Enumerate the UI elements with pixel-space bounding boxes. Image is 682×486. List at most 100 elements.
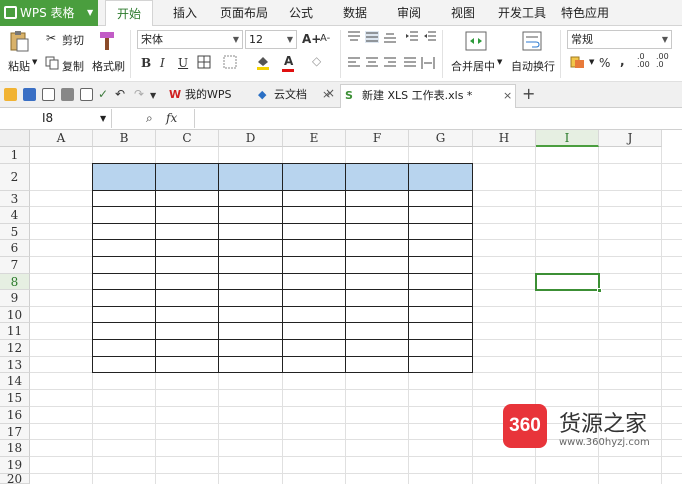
- table-cell[interactable]: [156, 357, 219, 373]
- number-format-select[interactable]: 常规 ▼: [567, 30, 672, 49]
- table-cell[interactable]: [93, 307, 156, 323]
- spellcheck-icon[interactable]: ✓: [98, 87, 108, 101]
- font-name-select[interactable]: 宋体 ▼: [137, 30, 243, 49]
- tab-home[interactable]: 开始: [105, 0, 153, 27]
- table-cell[interactable]: [409, 191, 473, 207]
- justify-icon[interactable]: [403, 57, 417, 69]
- table-cell[interactable]: [346, 307, 409, 323]
- row-header-2[interactable]: 2: [0, 164, 30, 191]
- align-right-icon[interactable]: [383, 57, 397, 69]
- row-header-20[interactable]: 20: [0, 473, 30, 485]
- row-header-12[interactable]: 12: [0, 340, 30, 357]
- redo-icon[interactable]: ↷: [134, 87, 144, 101]
- table-header-cell[interactable]: [346, 164, 409, 191]
- row-header-17[interactable]: 17: [0, 424, 30, 440]
- table-cell[interactable]: [283, 340, 346, 357]
- table-cell[interactable]: [219, 357, 283, 373]
- table-cell[interactable]: [409, 207, 473, 224]
- table-cell[interactable]: [219, 224, 283, 240]
- table-cell[interactable]: [93, 290, 156, 307]
- table-cell[interactable]: [93, 323, 156, 340]
- table-cell[interactable]: [346, 224, 409, 240]
- table-cell[interactable]: [93, 224, 156, 240]
- table-header-cell[interactable]: [219, 164, 283, 191]
- table-cell[interactable]: [156, 323, 219, 340]
- tab-developer[interactable]: 开发工具: [495, 0, 549, 26]
- table-cell[interactable]: [156, 191, 219, 207]
- table-cell[interactable]: [409, 307, 473, 323]
- table-cell[interactable]: [283, 240, 346, 257]
- table-cell[interactable]: [409, 340, 473, 357]
- align-middle-icon[interactable]: [365, 31, 379, 43]
- column-header-f[interactable]: F: [346, 130, 409, 147]
- align-top-icon[interactable]: [347, 31, 361, 43]
- tab-workbook[interactable]: S 新建 XLS 工作表.xls * ×: [340, 84, 516, 108]
- table-header-cell[interactable]: [156, 164, 219, 191]
- table-cell[interactable]: [283, 257, 346, 274]
- table-cell[interactable]: [409, 224, 473, 240]
- font-size-select[interactable]: 12 ▼: [245, 30, 297, 49]
- table-cell[interactable]: [156, 224, 219, 240]
- table-cell[interactable]: [283, 274, 346, 290]
- table-cell[interactable]: [156, 274, 219, 290]
- table-cell[interactable]: [93, 240, 156, 257]
- undo-icon[interactable]: ↶: [115, 87, 125, 101]
- table-cell[interactable]: [409, 323, 473, 340]
- table-cell[interactable]: [156, 340, 219, 357]
- column-header-a[interactable]: A: [30, 130, 93, 147]
- underline-button[interactable]: U: [178, 56, 188, 70]
- table-cell[interactable]: [346, 257, 409, 274]
- table-cell[interactable]: [93, 191, 156, 207]
- borders-icon[interactable]: [197, 55, 211, 69]
- thousands-separator-button[interactable]: ,: [620, 54, 625, 68]
- column-header-i[interactable]: I: [536, 130, 599, 147]
- row-header-7[interactable]: 7: [0, 257, 30, 274]
- table-cell[interactable]: [283, 290, 346, 307]
- table-cell[interactable]: [219, 257, 283, 274]
- table-cell[interactable]: [346, 274, 409, 290]
- increase-decimal-icon[interactable]: .0.00: [637, 53, 650, 69]
- column-header-d[interactable]: D: [219, 130, 283, 147]
- formula-input[interactable]: [194, 109, 682, 128]
- table-cell[interactable]: [219, 340, 283, 357]
- fill-handle[interactable]: [597, 288, 602, 293]
- table-cell[interactable]: [409, 357, 473, 373]
- table-cell[interactable]: [346, 323, 409, 340]
- table-cell[interactable]: [156, 240, 219, 257]
- row-header-10[interactable]: 10: [0, 307, 30, 323]
- row-header-5[interactable]: 5: [0, 224, 30, 240]
- table-cell[interactable]: [346, 340, 409, 357]
- table-cell[interactable]: [93, 207, 156, 224]
- save-icon[interactable]: [23, 88, 36, 101]
- row-header-18[interactable]: 18: [0, 440, 30, 457]
- decrease-font-button[interactable]: A-: [320, 32, 330, 46]
- table-cell[interactable]: [156, 257, 219, 274]
- table-cell[interactable]: [346, 357, 409, 373]
- active-cell[interactable]: [535, 273, 602, 293]
- table-cell[interactable]: [346, 191, 409, 207]
- align-bottom-icon[interactable]: [383, 31, 397, 43]
- print-icon[interactable]: [61, 88, 74, 101]
- tab-view[interactable]: 视图: [445, 0, 481, 26]
- clear-format-icon[interactable]: ◇: [312, 54, 321, 68]
- column-header-c[interactable]: C: [156, 130, 219, 147]
- table-cell[interactable]: [219, 323, 283, 340]
- insert-function-button[interactable]: fx: [166, 111, 177, 125]
- table-cell[interactable]: [156, 207, 219, 224]
- table-cell[interactable]: [93, 274, 156, 290]
- row-header-13[interactable]: 13: [0, 357, 30, 373]
- table-header-cell[interactable]: [93, 164, 156, 191]
- table-cell[interactable]: [409, 290, 473, 307]
- table-cell[interactable]: [219, 274, 283, 290]
- tab-review[interactable]: 审阅: [391, 0, 427, 26]
- zoom-icon[interactable]: ⌕: [146, 111, 153, 125]
- table-cell[interactable]: [346, 240, 409, 257]
- increase-font-button[interactable]: A+: [302, 32, 321, 46]
- table-cell[interactable]: [219, 191, 283, 207]
- table-cell[interactable]: [283, 323, 346, 340]
- row-header-6[interactable]: 6: [0, 240, 30, 257]
- table-header-cell[interactable]: [409, 164, 473, 191]
- row-header-4[interactable]: 4: [0, 207, 30, 224]
- row-header-8[interactable]: 8: [0, 274, 30, 290]
- row-header-1[interactable]: 1: [0, 147, 30, 164]
